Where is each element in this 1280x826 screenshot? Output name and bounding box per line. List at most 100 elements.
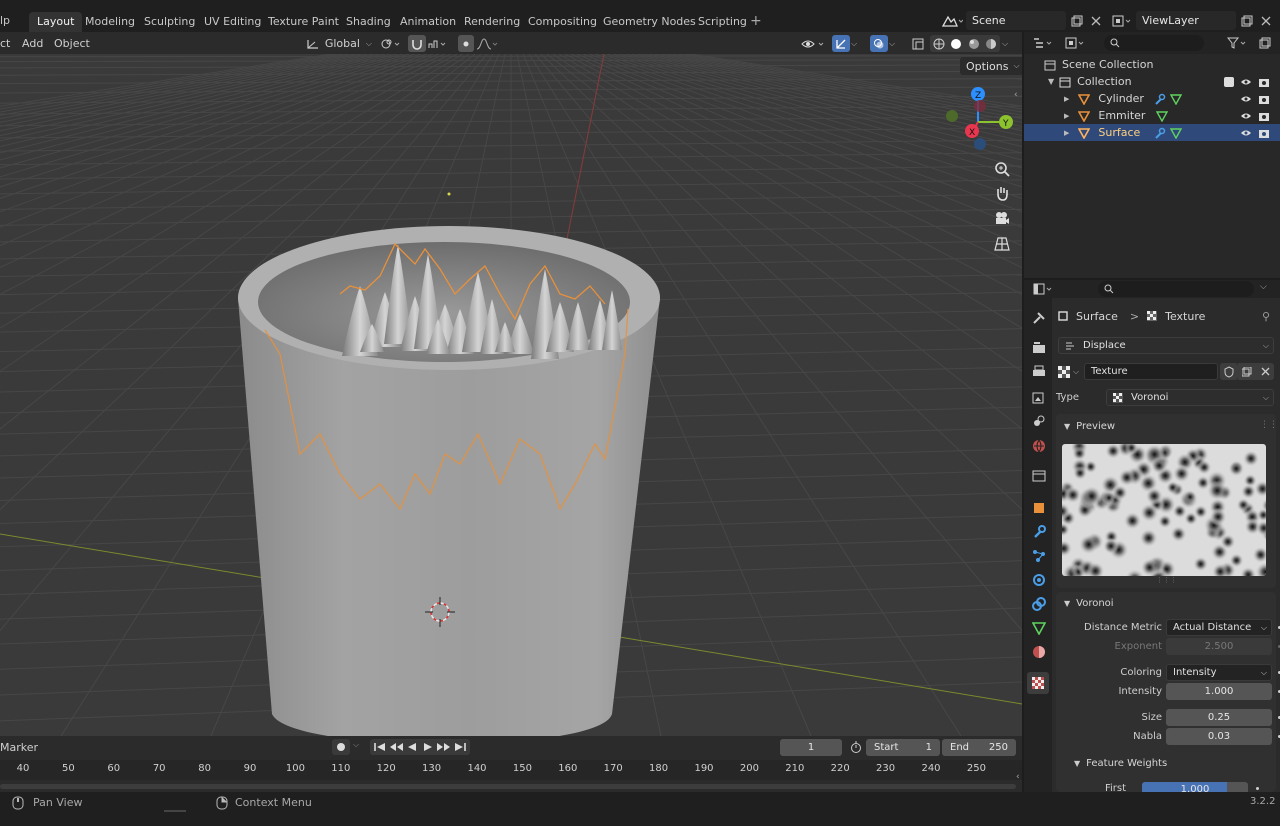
pivot-point-dropdown[interactable]: [380, 35, 406, 52]
expand-arrow-icon[interactable]: ▶: [1064, 129, 1069, 137]
expand-arrow-icon[interactable]: ▼: [1048, 77, 1054, 86]
filter-dropdown[interactable]: [1226, 35, 1250, 51]
rendered-shading-icon[interactable]: [985, 38, 997, 50]
preview-panel-header[interactable]: ▼ Preview: [1064, 419, 1115, 433]
tab-layout[interactable]: Layout: [29, 12, 83, 32]
world-tab[interactable]: [1031, 438, 1047, 454]
current-frame-field[interactable]: 1: [780, 739, 842, 756]
collection-row[interactable]: ▼ Collection: [1024, 73, 1280, 90]
resize-handle-icon[interactable]: ⋮⋮⋮: [1156, 576, 1177, 584]
editor-type-dropdown[interactable]: [1032, 281, 1056, 297]
new-scene-button[interactable]: [1068, 12, 1086, 30]
snap-toggle[interactable]: [408, 35, 426, 52]
outliner-item-emmiter[interactable]: ▶ Emmiter: [1024, 107, 1280, 124]
scene-collection-row[interactable]: Scene Collection: [1024, 56, 1280, 73]
eye-icon[interactable]: [1240, 111, 1252, 121]
outliner-search-input[interactable]: [1104, 35, 1204, 51]
material-tab[interactable]: [1031, 644, 1047, 660]
material-shading-icon[interactable]: [968, 38, 980, 50]
add-menu[interactable]: Add: [22, 35, 43, 52]
next-keyframe-icon[interactable]: [436, 741, 452, 753]
texture-user-dropdown[interactable]: Displace ⌵: [1058, 337, 1274, 354]
tab-scripting[interactable]: Scripting: [690, 12, 755, 32]
scene-tab[interactable]: [1031, 413, 1047, 429]
nabla-field[interactable]: 0.03: [1166, 728, 1272, 745]
3d-viewport[interactable]: Options ⌵ Z Y X ‹: [0, 54, 1022, 736]
voronoi-panel-header[interactable]: ▼ Voronoi: [1064, 596, 1114, 610]
xray-toggle[interactable]: [910, 35, 926, 52]
proportional-falloff-dropdown[interactable]: [476, 35, 498, 52]
display-mode-dropdown[interactable]: [1064, 35, 1088, 51]
options-dropdown[interactable]: Options ⌵: [960, 57, 1022, 75]
texture-tab[interactable]: [1027, 672, 1049, 694]
unlink-texture-button[interactable]: [1256, 363, 1274, 380]
record-button[interactable]: [332, 739, 350, 755]
physics-tab[interactable]: [1031, 572, 1047, 588]
tab-rendering[interactable]: Rendering: [456, 12, 528, 32]
select-menu[interactable]: ct: [0, 35, 10, 52]
neg-z-axis-handle[interactable]: [974, 138, 986, 150]
tab-texture-paint[interactable]: Texture Paint: [260, 12, 347, 32]
render-camera-icon[interactable]: [1258, 111, 1270, 121]
include-checkbox[interactable]: [1224, 76, 1234, 87]
scene-name-field[interactable]: Scene: [966, 11, 1066, 30]
view-layer-selector-button[interactable]: [1110, 12, 1134, 30]
first-weight-slider[interactable]: 1.000: [1142, 782, 1248, 792]
render-camera-icon[interactable]: [1258, 94, 1270, 104]
overlays-dropdown[interactable]: ⌵: [889, 35, 901, 52]
tab-animation[interactable]: Animation: [392, 12, 464, 32]
shading-dropdown[interactable]: ⌵: [1002, 35, 1016, 52]
overlays-toggle[interactable]: [870, 35, 888, 52]
pin-icon[interactable]: ⚲: [1262, 310, 1270, 323]
perspective-toggle-button[interactable]: [990, 232, 1014, 256]
render-camera-icon[interactable]: [1258, 77, 1270, 87]
object-menu[interactable]: Object: [54, 35, 90, 52]
drag-handle-icon[interactable]: ⋮⋮: [1260, 420, 1278, 430]
size-field[interactable]: 0.25: [1166, 709, 1272, 726]
mesh-data-icon[interactable]: [1170, 93, 1182, 105]
mesh-data-icon[interactable]: [1156, 110, 1168, 122]
collection-tab[interactable]: [1031, 468, 1047, 484]
expand-arrow-icon[interactable]: ▶: [1064, 95, 1069, 103]
snap-target-dropdown[interactable]: [428, 35, 450, 52]
render-camera-icon[interactable]: [1258, 128, 1270, 138]
tab-geometry-nodes[interactable]: Geometry Nodes: [595, 12, 704, 32]
sidebar-toggle-icon[interactable]: ‹: [1014, 90, 1018, 100]
eye-icon[interactable]: [1240, 94, 1252, 104]
neg-x-axis-handle[interactable]: [974, 100, 986, 112]
add-workspace-button[interactable]: +: [750, 13, 762, 29]
output-tab[interactable]: [1031, 364, 1047, 380]
modifier-wrench-icon[interactable]: [1154, 93, 1166, 105]
properties-search-input[interactable]: [1098, 281, 1254, 297]
outliner-item-cylinder[interactable]: ▶ Cylinder: [1024, 90, 1280, 107]
modifier-wrench-icon[interactable]: [1154, 127, 1166, 139]
marker-menu[interactable]: Marker: [0, 741, 38, 754]
navigation-gizmo[interactable]: Z Y X: [940, 84, 1020, 154]
particles-tab[interactable]: [1031, 548, 1047, 564]
timeline-sidebar-toggle-icon[interactable]: ‹: [1016, 772, 1020, 782]
distance-metric-dropdown[interactable]: Actual Distance ⌵: [1166, 619, 1272, 636]
jump-start-icon[interactable]: [372, 741, 388, 753]
camera-view-button[interactable]: [990, 206, 1014, 230]
texture-name-field[interactable]: Texture: [1084, 363, 1218, 380]
coloring-dropdown[interactable]: Intensity ⌵: [1166, 664, 1272, 681]
preview-range-toggle[interactable]: [848, 739, 864, 755]
remove-view-layer-button[interactable]: [1258, 12, 1274, 30]
tool-tab[interactable]: [1031, 310, 1047, 326]
new-collection-button[interactable]: [1256, 35, 1274, 51]
fake-user-button[interactable]: [1220, 363, 1238, 380]
view-layer-tab[interactable]: [1031, 389, 1047, 405]
render-tab[interactable]: [1031, 340, 1047, 356]
object-tab[interactable]: [1031, 500, 1047, 516]
tab-compositing[interactable]: Compositing: [520, 12, 605, 32]
scene-selector-button[interactable]: [940, 12, 964, 30]
outliner-item-surface[interactable]: ▶ Surface: [1024, 124, 1280, 141]
editor-type-dropdown[interactable]: [1032, 35, 1056, 51]
prev-keyframe-icon[interactable]: [388, 741, 404, 753]
eye-icon[interactable]: [1240, 77, 1252, 87]
chevron-down-icon[interactable]: ⌵: [1260, 282, 1267, 292]
neg-y-axis-handle[interactable]: [946, 110, 958, 122]
transform-orientation-dropdown[interactable]: Global ⌵: [306, 35, 372, 52]
solid-shading-icon[interactable]: [950, 38, 962, 50]
view-layer-name-field[interactable]: ViewLayer: [1136, 11, 1236, 30]
